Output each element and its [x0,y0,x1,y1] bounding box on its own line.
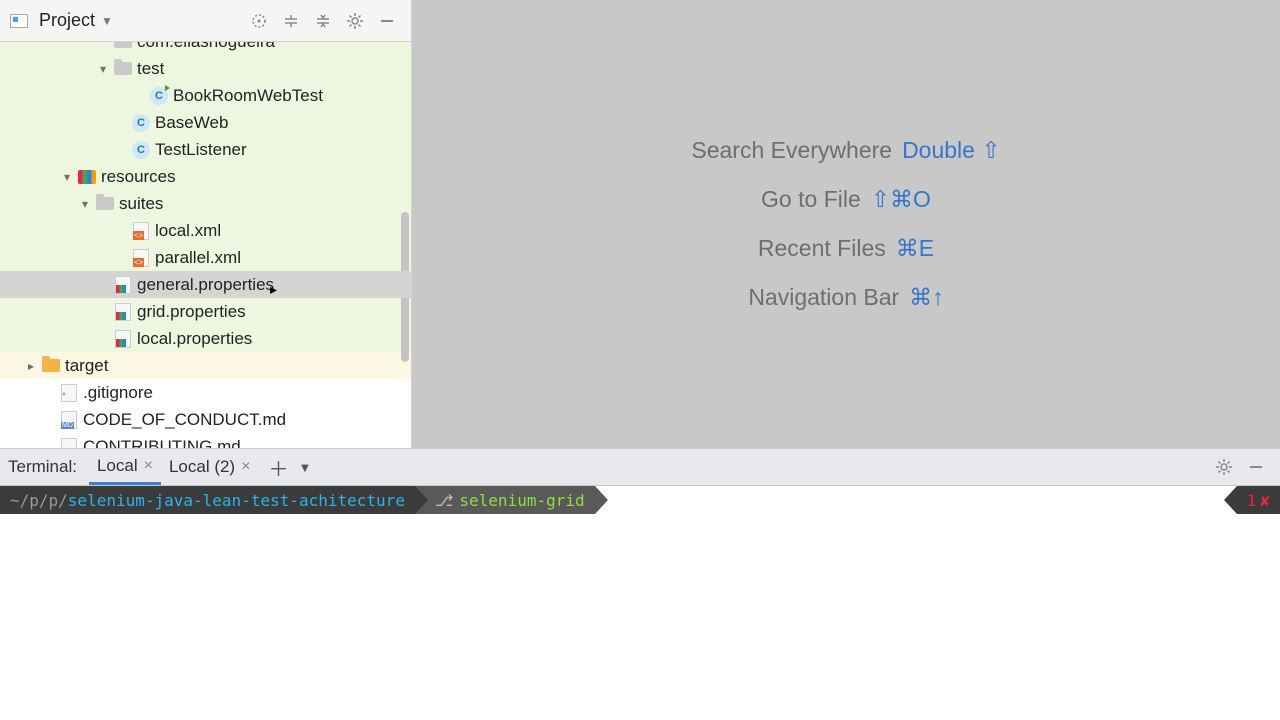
tree-item[interactable]: general.properties▸ [0,271,411,298]
terminal-tab[interactable]: Local (2) × [161,449,258,485]
project-view-selector[interactable]: Project ▼ [8,10,113,31]
new-terminal-icon[interactable]: ＋ [268,453,288,482]
terminal-prompt: ~/p/p/selenium-java-lean-test-achitectur… [0,486,1280,514]
tree-item-label: BookRoomWebTest [173,86,323,106]
tree-item[interactable]: ▾ resources [0,163,411,190]
res-icon [76,168,98,186]
tree-item-label: com.eliasnogueira [137,42,275,52]
project-tool-window: Project ▼ com.eliasnogueira▾testCBookRoo… [0,0,412,448]
tree-item-label: resources [101,167,176,187]
tree-item[interactable]: CBookRoomWebTest [0,82,411,109]
prompt-path-segment: ~/p/p/selenium-java-lean-test-achitectur… [0,486,415,514]
chevron-down-icon: ▼ [101,14,113,28]
chevron-down-icon[interactable]: ▾ [94,62,112,76]
prop-icon [112,276,134,294]
tree-item-label: CODE_OF_CONDUCT.md [83,410,286,430]
tree-item-label: .gitignore [83,383,153,403]
empty-editor: Search Everywhere Double ⇧ Go to File ⇧⌘O… [412,0,1280,448]
collapse-all-icon[interactable] [307,5,339,37]
tree-item-label: test [137,59,164,79]
tree-item[interactable]: grid.properties [0,298,411,325]
tree-item[interactable]: ▾ test [0,55,411,82]
md-icon [58,411,80,429]
chevron-down-icon[interactable]: ▾ [58,170,76,184]
terminal-minimize-icon[interactable] [1240,451,1272,483]
editor-tip: Search Everywhere Double ⇧ [691,137,1000,164]
close-icon[interactable]: × [241,458,250,476]
tree-item[interactable]: com.eliasnogueira [0,42,411,55]
expand-all-icon[interactable] [275,5,307,37]
prop-icon [112,330,134,348]
class-icon: C [130,141,152,159]
md-icon [58,438,80,449]
terminal-settings-icon[interactable] [1208,451,1240,483]
folder-icon [112,60,134,78]
prompt-branch-segment: ⎇selenium-grid [415,486,595,514]
tree-item-label: parallel.xml [155,248,241,268]
terminal-tab[interactable]: Local × [89,449,161,485]
prompt-status-segment: 1 ✘ [1237,486,1280,514]
terminal-tab-label: Local [97,456,138,476]
tree-item-label: CONTRIBUTING.md [83,437,241,449]
xml-icon [130,222,152,240]
chevron-right-icon[interactable]: ▸ [22,359,40,373]
terminal-label: Terminal: [8,457,77,477]
terminal-body[interactable]: ~/p/p/selenium-java-lean-test-achitectur… [0,486,1280,720]
folder-icon [94,195,116,213]
tree-item-label: grid.properties [137,302,246,322]
tip-shortcut: ⇧⌘O [871,186,931,213]
close-icon[interactable]: × [144,457,153,475]
editor-tip: Go to File ⇧⌘O [761,186,931,213]
terminal-tab-label: Local (2) [169,457,235,477]
tree-item-label: general.properties [137,275,274,295]
xml-icon [130,249,152,267]
tree-item[interactable]: ▸ target [0,352,411,379]
project-title: Project [39,10,95,31]
tree-item[interactable]: local.properties [0,325,411,352]
tree-item-label: TestListener [155,140,247,160]
tip-shortcut: ⌘E [896,235,934,262]
locate-icon[interactable] [243,5,275,37]
project-icon [8,12,30,30]
project-header: Project ▼ [0,0,411,42]
tree-item[interactable]: ▾ suites [0,190,411,217]
tree-item[interactable]: CBaseWeb [0,109,411,136]
terminal-dropdown-icon[interactable]: ▼ [298,460,311,475]
editor-tip: Navigation Bar ⌘↑ [748,284,943,311]
tree-item[interactable]: .gitignore [0,379,411,406]
editor-tip: Recent Files ⌘E [758,235,934,262]
minimize-icon[interactable] [371,5,403,37]
settings-icon[interactable] [339,5,371,37]
tree-item-label: suites [119,194,163,214]
folder-orange-icon [40,357,62,375]
tip-label: Search Everywhere [691,137,892,164]
tree-item[interactable]: parallel.xml [0,244,411,271]
tree-item-label: local.properties [137,329,252,349]
chevron-down-icon[interactable]: ▾ [76,197,94,211]
class-icon: C [130,114,152,132]
tree-item-label: local.xml [155,221,221,241]
tree-item[interactable]: CTestListener [0,136,411,163]
tree-item[interactable]: CODE_OF_CONDUCT.md [0,406,411,433]
class-run-icon: C [148,87,170,105]
tip-label: Go to File [761,186,861,213]
git-icon [58,384,80,402]
tree-item-label: BaseWeb [155,113,228,133]
terminal-toolbar: Terminal: Local × Local (2) × ＋ ▼ [0,448,1280,486]
tree-item-label: target [65,356,108,376]
project-tree[interactable]: com.eliasnogueira▾testCBookRoomWebTestCB… [0,42,411,448]
tree-item[interactable]: local.xml [0,217,411,244]
tip-shortcut: Double ⇧ [902,137,1001,164]
tree-item[interactable]: CONTRIBUTING.md [0,433,411,448]
prop-icon [112,303,134,321]
folder-icon [112,42,134,51]
tip-shortcut: ⌘↑ [909,284,944,311]
tip-label: Recent Files [758,235,886,262]
tip-label: Navigation Bar [748,284,899,311]
